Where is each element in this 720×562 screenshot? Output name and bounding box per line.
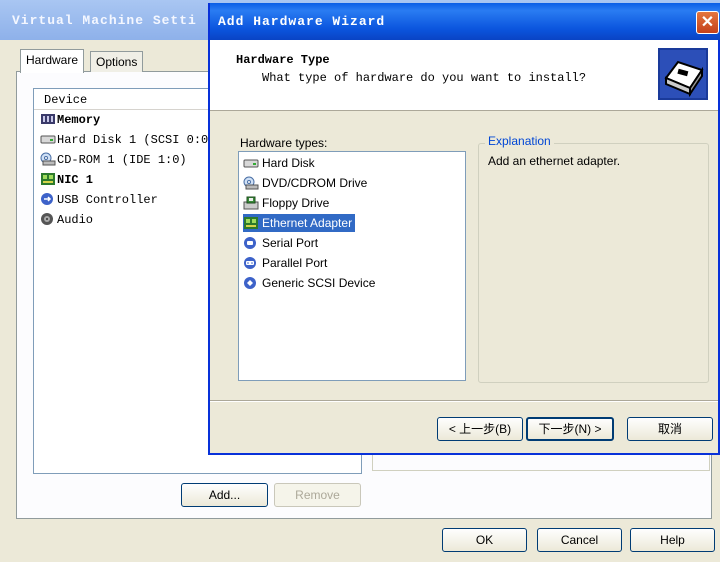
hard-disk-icon (243, 159, 259, 168)
remove-button[interactable]: Remove (274, 483, 361, 507)
hardware-item-label: Ethernet Adapter (262, 216, 353, 230)
device-item-nic[interactable]: NIC 1 (40, 171, 93, 189)
back-button[interactable]: < 上一步(B) (437, 417, 523, 441)
explanation-text: Add an ethernet adapter. (488, 154, 621, 168)
hardware-item-hard-disk[interactable]: Hard Disk (243, 154, 318, 172)
hardware-item-label: DVD/CDROM Drive (262, 176, 368, 190)
serial-port-icon (244, 237, 256, 249)
device-label: Hard Disk 1 (SCSI 0:0 (57, 133, 209, 147)
hardware-item-dvd-cdrom[interactable]: DVD/CDROM Drive (243, 174, 370, 192)
device-item-cdrom[interactable]: CD-ROM 1 (IDE 1:0) (40, 151, 187, 169)
device-item-usb[interactable]: USB Controller (40, 191, 158, 209)
wizard-step-title: Hardware Type (236, 53, 330, 67)
device-label: USB Controller (57, 193, 158, 207)
vm-settings-title: Virtual Machine Setti (12, 13, 197, 28)
scsi-icon (244, 277, 256, 289)
hardware-item-generic-scsi[interactable]: Generic SCSI Device (243, 274, 378, 292)
device-label: Audio (57, 213, 94, 227)
wizard-cancel-button[interactable]: 取消 (627, 417, 713, 441)
hardware-wizard-icon (658, 48, 708, 100)
hardware-types-list[interactable]: Hard Disk DVD/CDROM Drive Floppy Drive E… (238, 151, 466, 381)
add-button[interactable]: Add... (181, 483, 268, 507)
device-header-label: Device (44, 93, 88, 107)
audio-icon (41, 213, 53, 225)
hardware-item-label: Hard Disk (262, 156, 315, 170)
explanation-group (478, 143, 709, 383)
cdrom-icon (40, 152, 56, 166)
next-button[interactable]: 下一步(N) > (526, 417, 614, 441)
network-icon (41, 173, 55, 185)
add-hardware-wizard: Add Hardware Wizard ✕ Hardware Type What… (208, 3, 720, 455)
device-item-audio[interactable]: Audio (40, 211, 93, 229)
tab-options[interactable]: Options (90, 51, 144, 72)
hard-disk-icon (40, 135, 56, 144)
close-button[interactable]: ✕ (696, 11, 719, 34)
hardware-item-label: Serial Port (262, 236, 319, 250)
ok-button[interactable]: OK (442, 528, 527, 552)
hardware-item-label: Floppy Drive (262, 196, 330, 210)
hardware-item-ethernet-adapter[interactable]: Ethernet Adapter (243, 214, 356, 232)
hardware-item-label: Parallel Port (262, 256, 328, 270)
usb-icon (41, 193, 53, 205)
device-item-memory[interactable]: Memory (40, 111, 100, 129)
wizard-title: Add Hardware Wizard (218, 14, 386, 29)
memory-icon (41, 114, 55, 124)
hardware-item-label: Generic SCSI Device (262, 276, 376, 290)
device-label: Memory (57, 113, 101, 127)
help-button[interactable]: Help (630, 528, 715, 552)
hardware-item-serial-port[interactable]: Serial Port (243, 234, 321, 252)
cancel-button[interactable]: Cancel (537, 528, 622, 552)
explanation-title: Explanation (485, 134, 554, 148)
device-label: CD-ROM 1 (IDE 1:0) (57, 153, 187, 167)
cdrom-icon (243, 176, 259, 190)
tab-hardware[interactable]: Hardware (20, 49, 85, 73)
parallel-port-icon (244, 257, 256, 269)
device-item-hard-disk[interactable]: Hard Disk 1 (SCSI 0:0 (40, 131, 208, 149)
wizard-title-bar[interactable]: Add Hardware Wizard ✕ (210, 3, 720, 40)
close-icon: ✕ (700, 14, 715, 31)
wizard-separator (210, 400, 718, 402)
hardware-item-parallel-port[interactable]: Parallel Port (243, 254, 330, 272)
hardware-types-label: Hardware types: (240, 136, 328, 150)
wizard-header: Hardware Type What type of hardware do y… (210, 40, 718, 111)
hardware-item-floppy[interactable]: Floppy Drive (243, 194, 332, 212)
device-label: NIC 1 (57, 173, 94, 187)
wizard-step-subtitle: What type of hardware do you want to ins… (262, 71, 587, 85)
network-icon (244, 217, 258, 229)
floppy-icon (243, 196, 259, 210)
